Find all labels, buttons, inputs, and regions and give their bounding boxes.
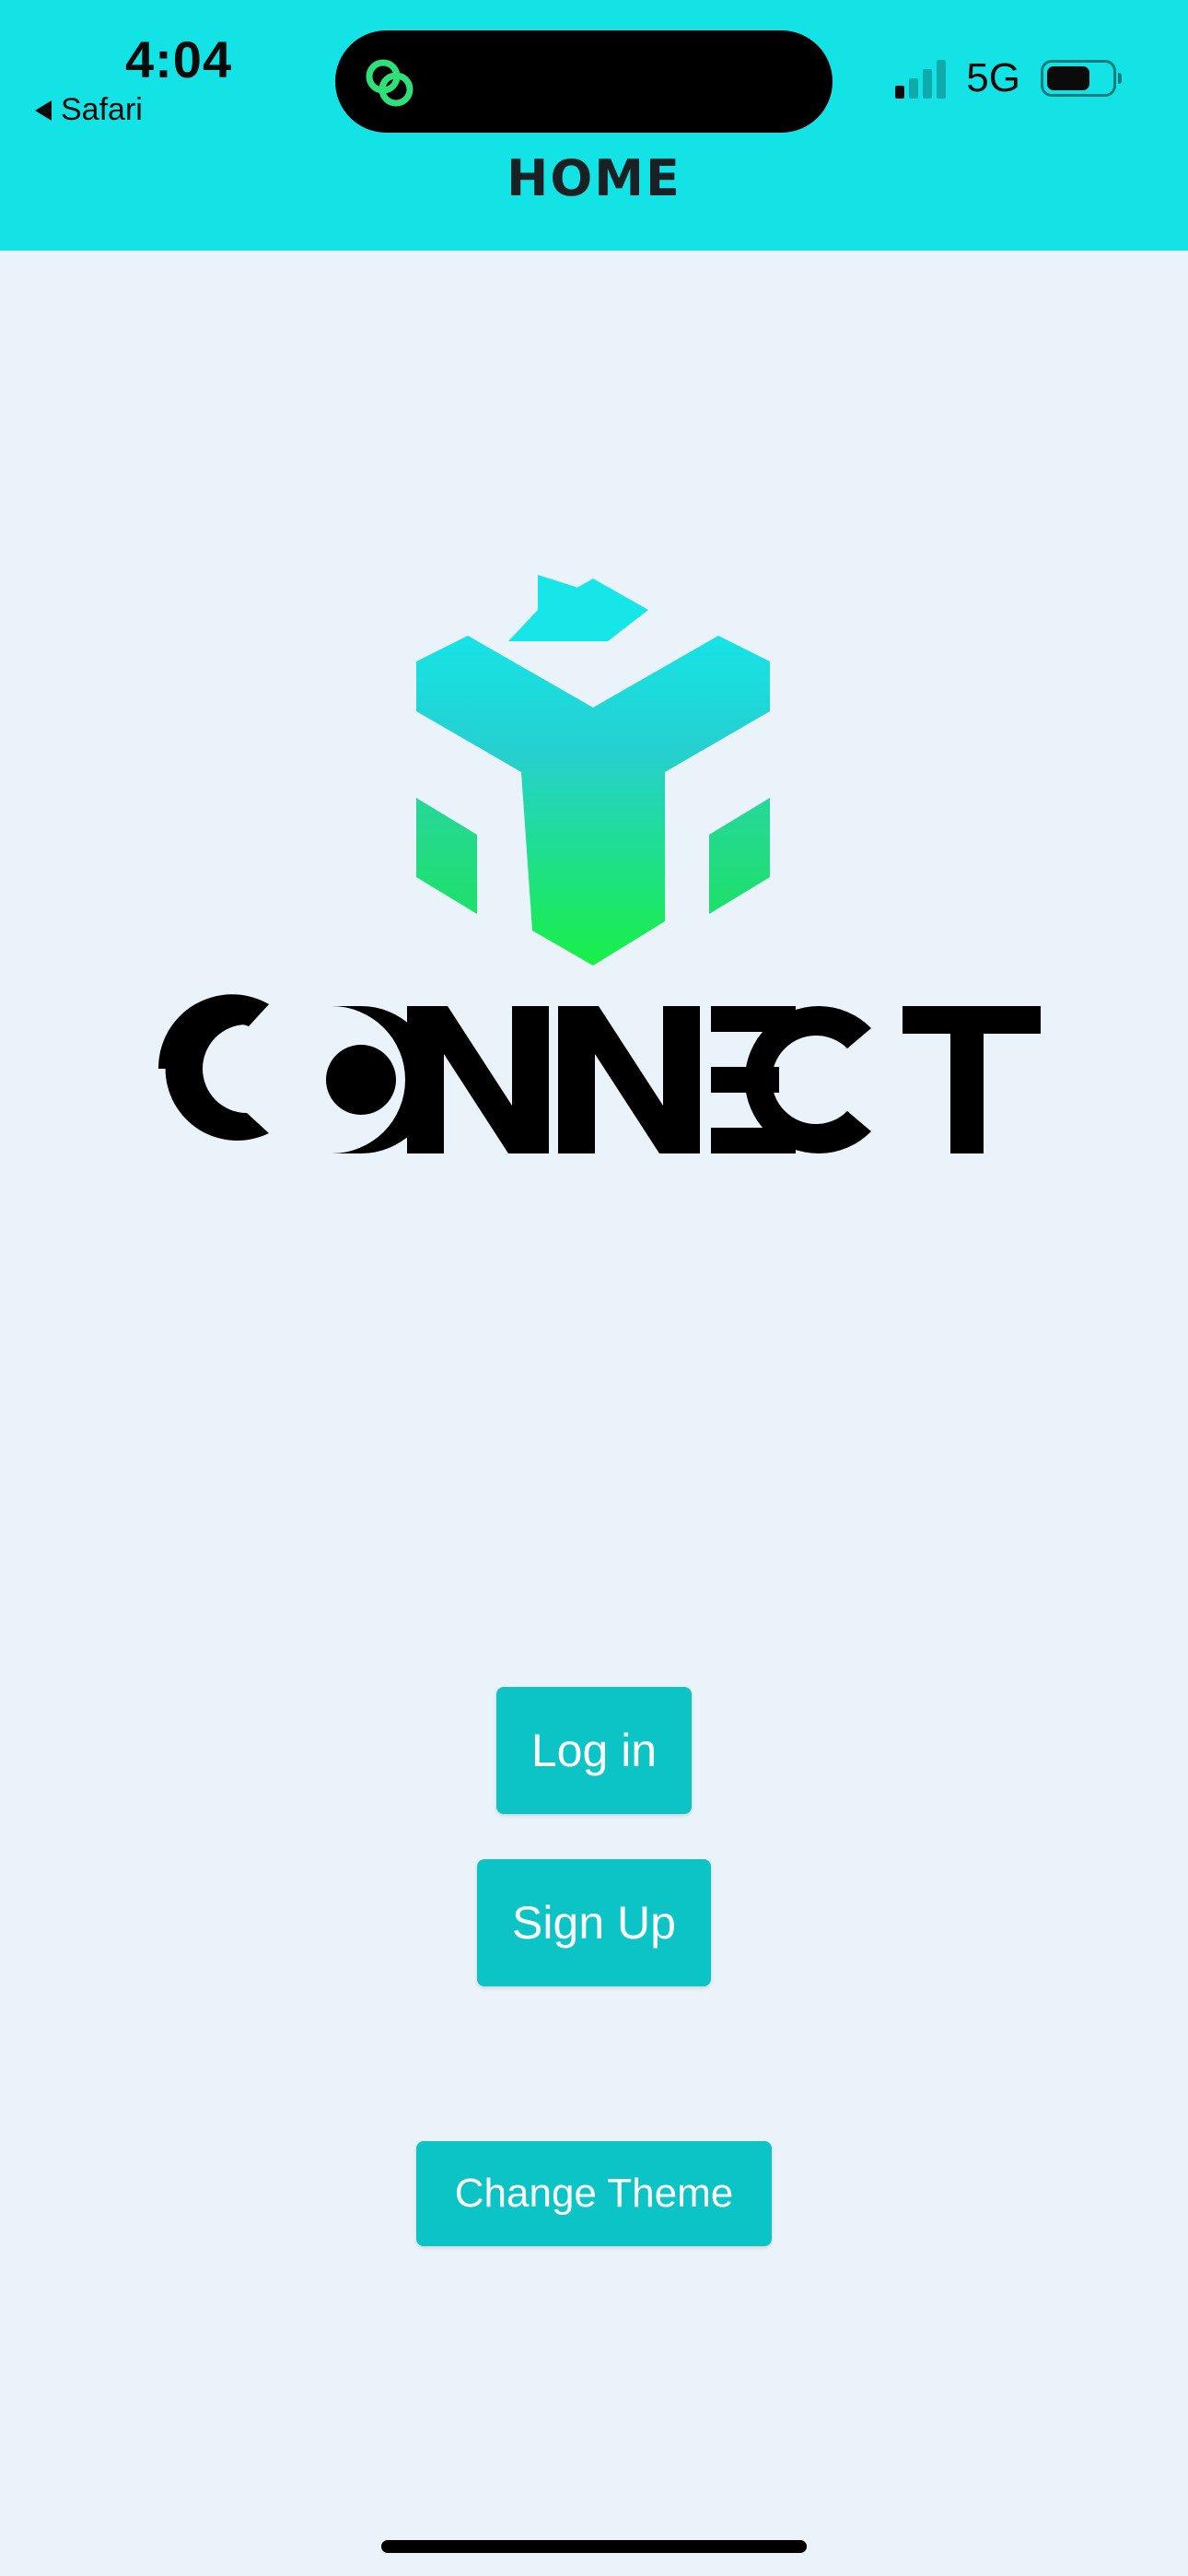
login-button[interactable]: Log in — [496, 1687, 692, 1814]
connect-wordmark — [157, 994, 1041, 1153]
network-type: 5G — [966, 55, 1020, 100]
connect-logo — [157, 575, 1041, 1153]
back-app-label: Safari — [61, 92, 143, 127]
back-triangle-icon — [35, 100, 52, 121]
logo-mark-icon — [416, 575, 770, 966]
home-indicator[interactable] — [381, 2540, 807, 2553]
change-theme-button[interactable]: Change Theme — [416, 2141, 772, 2246]
app-header: 4:04 Safari 5G HOME — [0, 0, 1188, 251]
status-indicators: 5G — [895, 55, 1122, 101]
battery-icon — [1041, 60, 1122, 97]
status-time: 4:04 — [125, 30, 233, 88]
back-to-safari-link[interactable]: Safari — [35, 92, 143, 128]
cellular-signal-icon — [895, 58, 947, 99]
link-rings-icon — [366, 59, 413, 107]
dynamic-island — [335, 30, 833, 133]
page-title: HOME — [507, 149, 681, 207]
signup-button[interactable]: Sign Up — [477, 1859, 711, 1986]
